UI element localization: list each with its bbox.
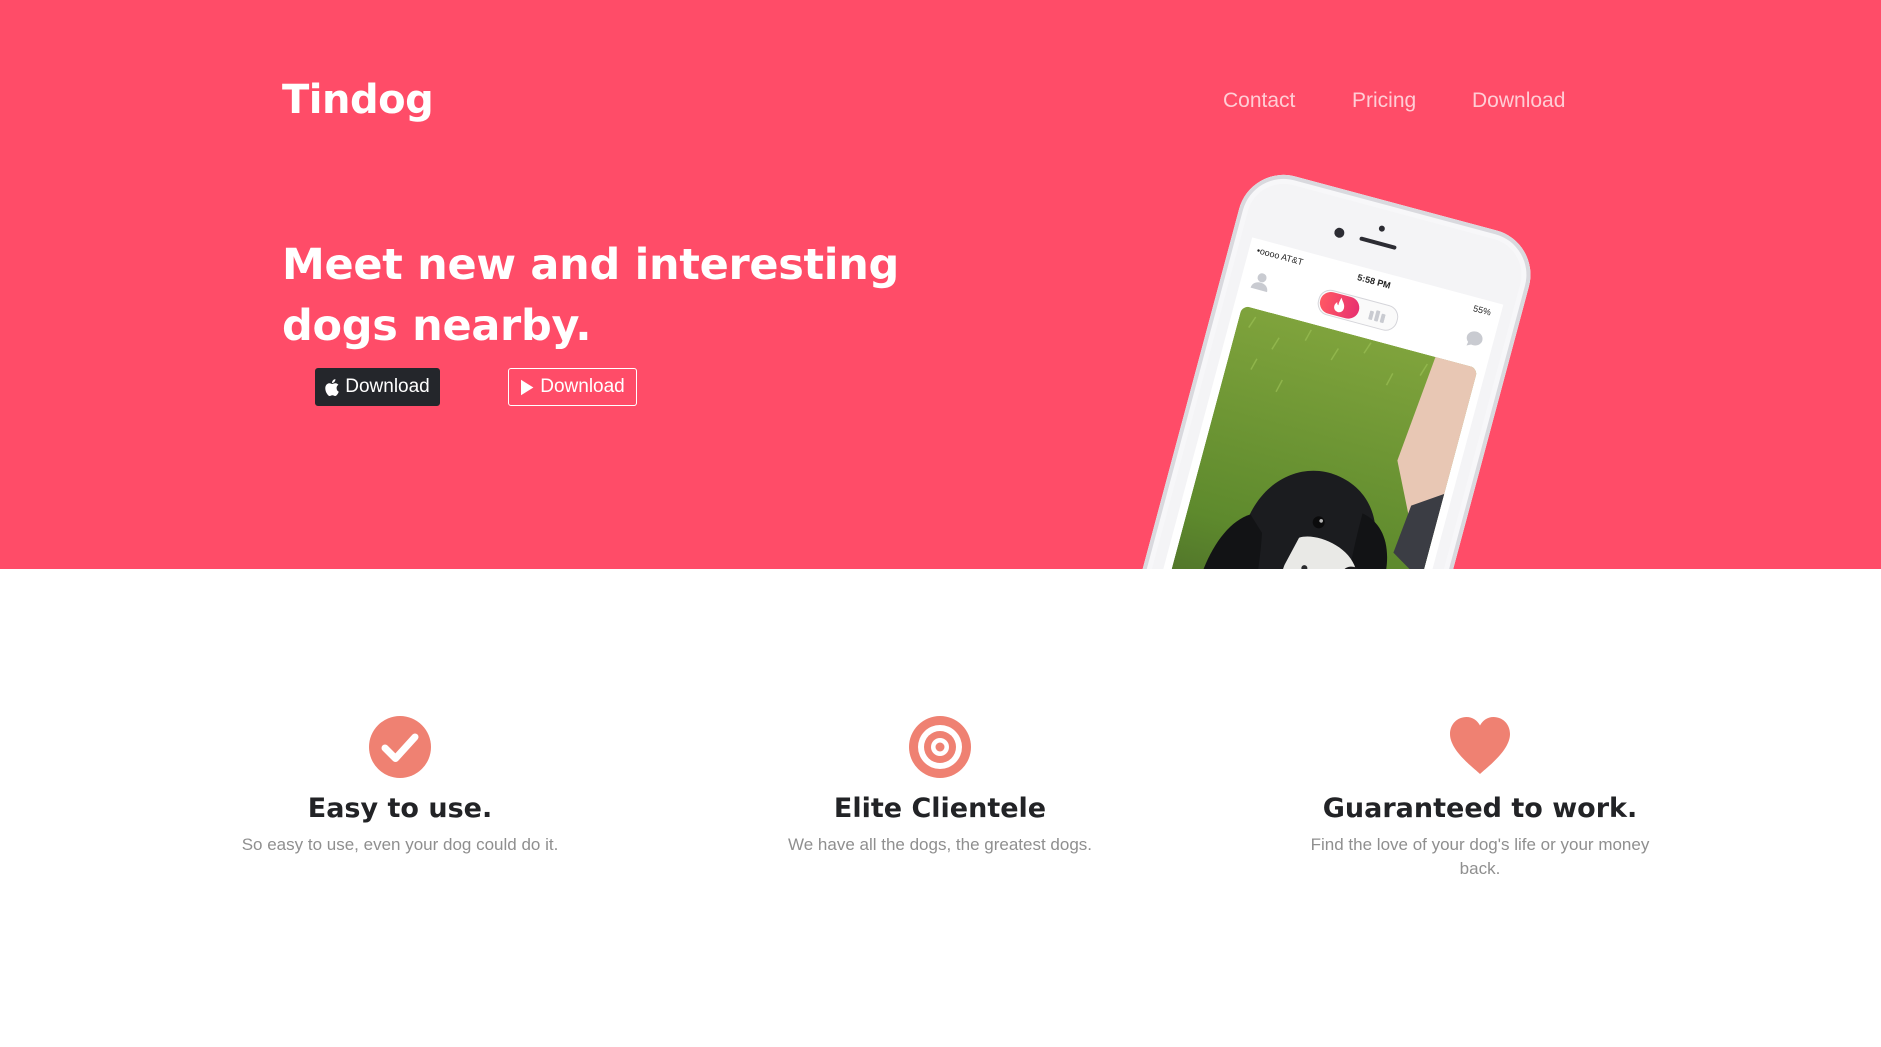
features-section: Easy to use. So easy to use, even your d… <box>0 569 1881 1047</box>
top-nav: Contact Pricing Download <box>0 86 1881 116</box>
phone-mockup: •oooo AT&T 5:58 PM 55% <box>1085 164 1541 569</box>
feature-elite-clientele: Elite Clientele We have all the dogs, th… <box>755 715 1125 857</box>
chat-icon <box>1463 328 1485 350</box>
phone-sensor <box>1378 224 1386 233</box>
check-circle-icon <box>368 715 432 779</box>
flame-icon <box>1332 296 1348 315</box>
nav-link-download[interactable]: Download <box>1472 86 1565 116</box>
feature-text: Find the love of your dog's life or your… <box>1310 835 1650 878</box>
feature-title: Guaranteed to work. <box>1322 793 1638 824</box>
feature-title: Elite Clientele <box>833 793 1047 824</box>
status-battery: 55% <box>1472 303 1493 318</box>
play-download-label: Download <box>540 376 625 397</box>
feature-easy-to-use: Easy to use. So easy to use, even your d… <box>215 715 585 857</box>
apple-download-button[interactable]: Download <box>315 368 440 406</box>
nav-link-pricing[interactable]: Pricing <box>1352 86 1416 116</box>
apple-download-label: Download <box>345 376 430 397</box>
feature-guaranteed: Guaranteed to work. Find the love of you… <box>1295 715 1665 881</box>
apple-icon <box>325 378 339 396</box>
feature-text: We have all the dogs, the greatest dogs. <box>788 835 1092 854</box>
nav-link-contact[interactable]: Contact <box>1223 86 1295 116</box>
feature-text: So easy to use, even your dog could do i… <box>241 835 559 854</box>
play-icon <box>520 379 534 396</box>
feature-title: Easy to use. <box>307 793 493 824</box>
play-download-button[interactable]: Download <box>508 368 637 406</box>
page: Tindog Contact Pricing Download Meet new… <box>0 0 1881 1047</box>
heart-icon <box>1448 715 1512 779</box>
status-time: 5:58 PM <box>1356 272 1392 291</box>
bullseye-icon <box>908 715 972 779</box>
profile-icon <box>1249 269 1273 293</box>
phone-screen: •oooo AT&T 5:58 PM 55% <box>1112 237 1504 569</box>
phone-camera <box>1333 226 1346 239</box>
toggle-on-state <box>1317 289 1362 322</box>
hero-headline: Meet new and interesting dogs nearby. <box>282 239 900 351</box>
phone-speaker <box>1359 236 1397 250</box>
grid-icon <box>1368 308 1387 324</box>
hero-section: Tindog Contact Pricing Download Meet new… <box>0 0 1881 569</box>
